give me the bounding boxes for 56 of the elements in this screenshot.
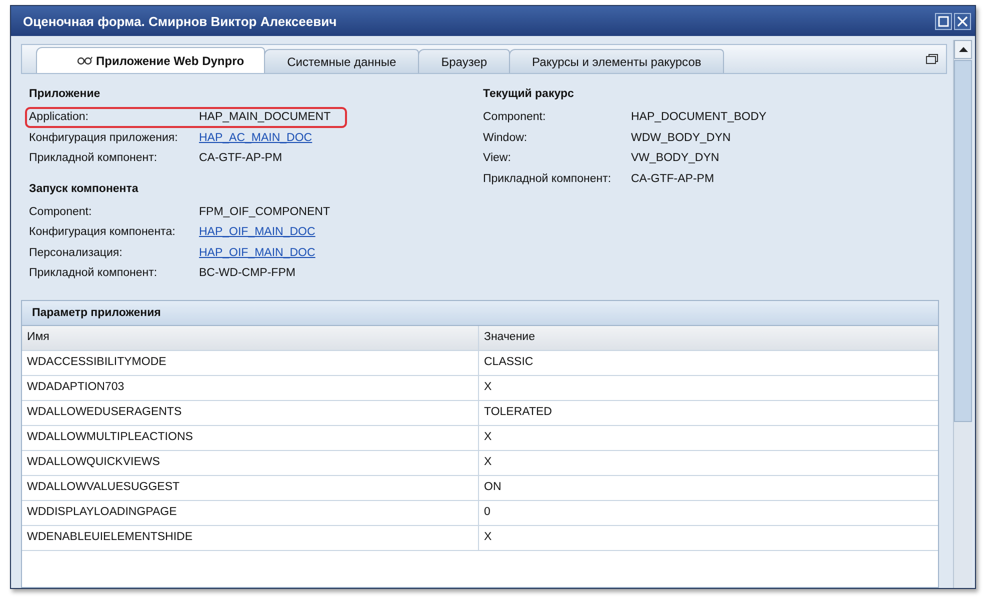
maximize-icon[interactable] [935, 12, 952, 30]
table-cell-text: 0 [483, 504, 490, 520]
table-cell: WDADAPTION703 [22, 376, 479, 400]
field-value: FPM_OIF_COMPONENT [199, 206, 330, 218]
tab[interactable]: Ракурсы и элементы ракурсов [509, 49, 724, 73]
scroll-up-icon[interactable] [954, 40, 972, 59]
field-label: Конфигурация приложения: [29, 132, 179, 144]
field-label: Прикладной компонент: [29, 152, 158, 164]
table-cell: WDDISPLAYLOADINGPAGE [22, 500, 479, 524]
table-cell: WDALLOWQUICKVIEWS [22, 450, 479, 474]
section-title: Текущий ракурс [483, 88, 575, 102]
table-cell-text: ON [483, 480, 502, 494]
field-label: Прикладной компонент: [29, 267, 158, 280]
table-cell: WDALLOWMULTIPLEACTIONS [22, 426, 479, 450]
tab[interactable]: Системные данные [264, 49, 420, 73]
field-value: HAP_DOCUMENT_BODY [631, 111, 766, 124]
field-label: Component: [483, 111, 547, 124]
field-link[interactable]: HAP_AC_MAIN_DOC [199, 132, 312, 144]
field-label: Window: [483, 132, 528, 144]
field-value: CA-GTF-AP-PM [199, 152, 282, 164]
table-cell-text: TOLERATED [483, 404, 552, 420]
field-value: VW_BODY_DYN [631, 152, 720, 164]
table-cell: WDENABLEUIELEMENTSHIDE [22, 526, 479, 550]
table-cell-text: X [483, 380, 492, 394]
field-label: Application: [29, 111, 90, 124]
table-cell-text: X [483, 430, 492, 444]
field-value: CA-GTF-AP-PM [631, 172, 714, 185]
table-cell: WDALLOWEDUSERAGENTS [22, 400, 479, 424]
field-label: Component: [29, 206, 93, 218]
table-cell: WDALLOWVALUESUGGEST [22, 476, 479, 500]
field-value: BC-WD-CMP-FPM [199, 267, 296, 280]
window-title: Оценочная форма. Смирнов Виктор Алексеевич [23, 14, 337, 28]
scrollbar[interactable] [953, 40, 972, 588]
field-label: Прикладной компонент: [483, 172, 612, 185]
column-header: Значение [483, 330, 535, 344]
table-cell: WDACCESSIBILITYMODE [22, 350, 479, 374]
table-cell-text: X [483, 530, 492, 544]
table-cell-text: CLASSIC [483, 354, 534, 370]
scroll-thumb[interactable] [954, 60, 972, 422]
field-label: Персонализация: [29, 246, 124, 259]
field-link[interactable]: HAP_OIF_MAIN_DOC [199, 246, 316, 259]
section-title: Запуск компонента [29, 182, 140, 196]
section-title: Приложение [29, 88, 102, 102]
tab[interactable]: Приложение Web Dynpro [36, 47, 266, 73]
field-value: HAP_MAIN_DOCUMENT [199, 111, 331, 124]
column-header: Имя [22, 326, 479, 350]
table-cell-text: X [483, 454, 492, 470]
field-link[interactable]: HAP_OIF_MAIN_DOC [199, 226, 316, 238]
window-restore-icon[interactable] [926, 54, 938, 65]
field-label: View: [483, 152, 512, 164]
close-icon[interactable] [954, 12, 971, 30]
glasses-icon [77, 56, 93, 65]
field-value: WDW_BODY_DYN [631, 132, 731, 144]
field-label: Конфигурация компонента: [29, 226, 176, 238]
table-title: Параметр приложения [22, 300, 938, 326]
tab[interactable]: Браузер [418, 49, 510, 73]
